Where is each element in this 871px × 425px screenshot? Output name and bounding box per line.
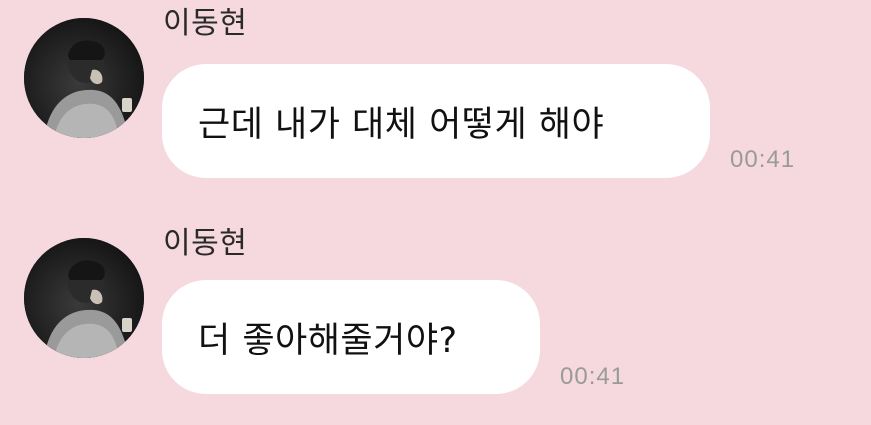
sender-name: 이동현 bbox=[163, 6, 248, 41]
message-group: 이동현 더 좋아해줄거야? 00:41 bbox=[0, 220, 871, 420]
message-timestamp: 00:41 bbox=[560, 363, 626, 390]
message-text: 근데 내가 대체 어떻게 해야 bbox=[198, 104, 605, 145]
sender-avatar[interactable] bbox=[24, 18, 144, 138]
profile-photo-icon bbox=[24, 238, 144, 358]
chat-thread: 이동현 근데 내가 대체 어떻게 해야 00:41 이동현 더 좋아해줄거야? … bbox=[0, 0, 871, 425]
sender-name: 이동현 bbox=[163, 226, 248, 261]
message-bubble[interactable]: 근데 내가 대체 어떻게 해야 bbox=[162, 64, 710, 178]
message-text: 더 좋아해줄거야? bbox=[198, 320, 458, 361]
profile-photo-icon bbox=[24, 18, 144, 138]
message-timestamp: 00:41 bbox=[730, 146, 796, 173]
message-bubble[interactable]: 더 좋아해줄거야? bbox=[162, 280, 540, 394]
message-group: 이동현 근데 내가 대체 어떻게 해야 00:41 bbox=[0, 0, 871, 200]
sender-avatar[interactable] bbox=[24, 238, 144, 358]
